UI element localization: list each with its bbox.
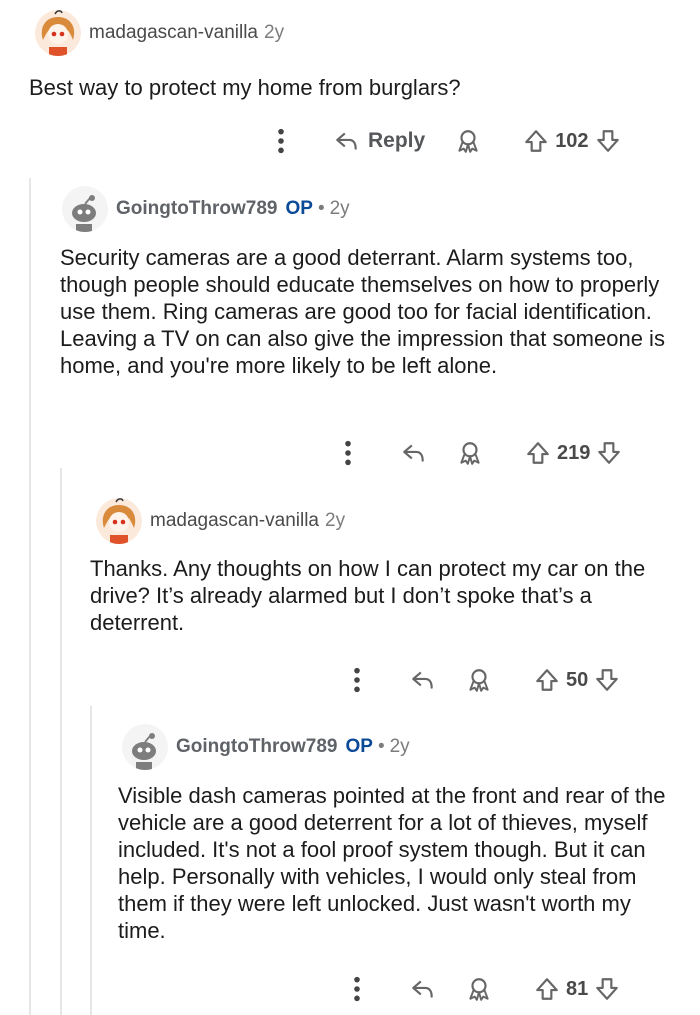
comment-age: 2y <box>325 510 346 531</box>
comment-body: Best way to protect my home from burglar… <box>29 75 461 100</box>
separator: • <box>377 736 385 757</box>
comment-header: GoingtoThrow789 OP • 2y <box>122 724 410 770</box>
more-vertical-icon[interactable] <box>352 975 362 1003</box>
downvote-arrow-icon[interactable] <box>594 667 620 693</box>
comment-header: madagascan-vanilla 2y <box>96 498 345 544</box>
upvote-arrow-icon[interactable] <box>534 976 560 1002</box>
vote-count: 81 <box>566 977 589 1000</box>
comment-header: madagascan-vanilla 2y <box>35 10 284 56</box>
thread-line <box>60 468 62 1015</box>
avatar[interactable] <box>96 498 142 544</box>
more-vertical-icon[interactable] <box>276 127 286 155</box>
award-icon[interactable] <box>455 128 481 154</box>
comment-actions: 81 <box>352 972 620 1006</box>
author-name[interactable]: GoingtoThrow789 <box>116 198 278 220</box>
thread-line <box>90 706 92 1015</box>
comment-body: Visible dash cameras pointed at the fron… <box>118 783 666 943</box>
author-name[interactable]: madagascan-vanilla <box>150 510 319 532</box>
award-icon[interactable] <box>466 976 492 1002</box>
more-vertical-icon[interactable] <box>352 666 362 694</box>
upvote-arrow-icon[interactable] <box>525 440 551 466</box>
downvote-arrow-icon[interactable] <box>595 128 621 154</box>
author-name[interactable]: GoingtoThrow789 <box>176 736 338 758</box>
op-badge: OP <box>285 198 313 219</box>
vote-count: 219 <box>557 441 591 464</box>
comment-body: Security cameras are a good deterrant. A… <box>60 245 665 378</box>
avatar[interactable] <box>122 724 168 770</box>
comment-actions: 50 <box>352 663 620 697</box>
comment-age: 2y <box>389 736 410 757</box>
reply-arrow-icon[interactable] <box>410 976 436 1002</box>
upvote-arrow-icon[interactable] <box>534 667 560 693</box>
separator: • <box>317 198 325 219</box>
comment-body: Thanks. Any thoughts on how I can protec… <box>90 556 646 635</box>
reply-label: Reply <box>368 129 426 152</box>
comment-age: 2y <box>264 22 285 43</box>
op-badge: OP <box>345 736 373 757</box>
award-icon[interactable] <box>457 440 483 466</box>
comment-age: 2y <box>329 198 350 219</box>
comment-actions: 219 <box>343 436 622 470</box>
comment-actions: Reply 102 <box>276 124 621 158</box>
avatar[interactable] <box>35 10 81 56</box>
downvote-arrow-icon[interactable] <box>594 976 620 1002</box>
author-name[interactable]: madagascan-vanilla <box>89 22 258 44</box>
reply-arrow-icon[interactable] <box>401 440 427 466</box>
downvote-arrow-icon[interactable] <box>596 440 622 466</box>
upvote-arrow-icon[interactable] <box>523 128 549 154</box>
more-vertical-icon[interactable] <box>343 439 353 467</box>
reply-button[interactable]: Reply <box>334 128 425 154</box>
thread-line <box>29 178 31 1015</box>
comment-header: GoingtoThrow789 OP • 2y <box>62 186 350 232</box>
avatar[interactable] <box>62 186 108 232</box>
vote-count: 50 <box>566 668 589 691</box>
award-icon[interactable] <box>466 667 492 693</box>
reply-arrow-icon[interactable] <box>410 667 436 693</box>
vote-count: 102 <box>555 129 589 152</box>
reply-arrow-icon <box>334 128 360 154</box>
